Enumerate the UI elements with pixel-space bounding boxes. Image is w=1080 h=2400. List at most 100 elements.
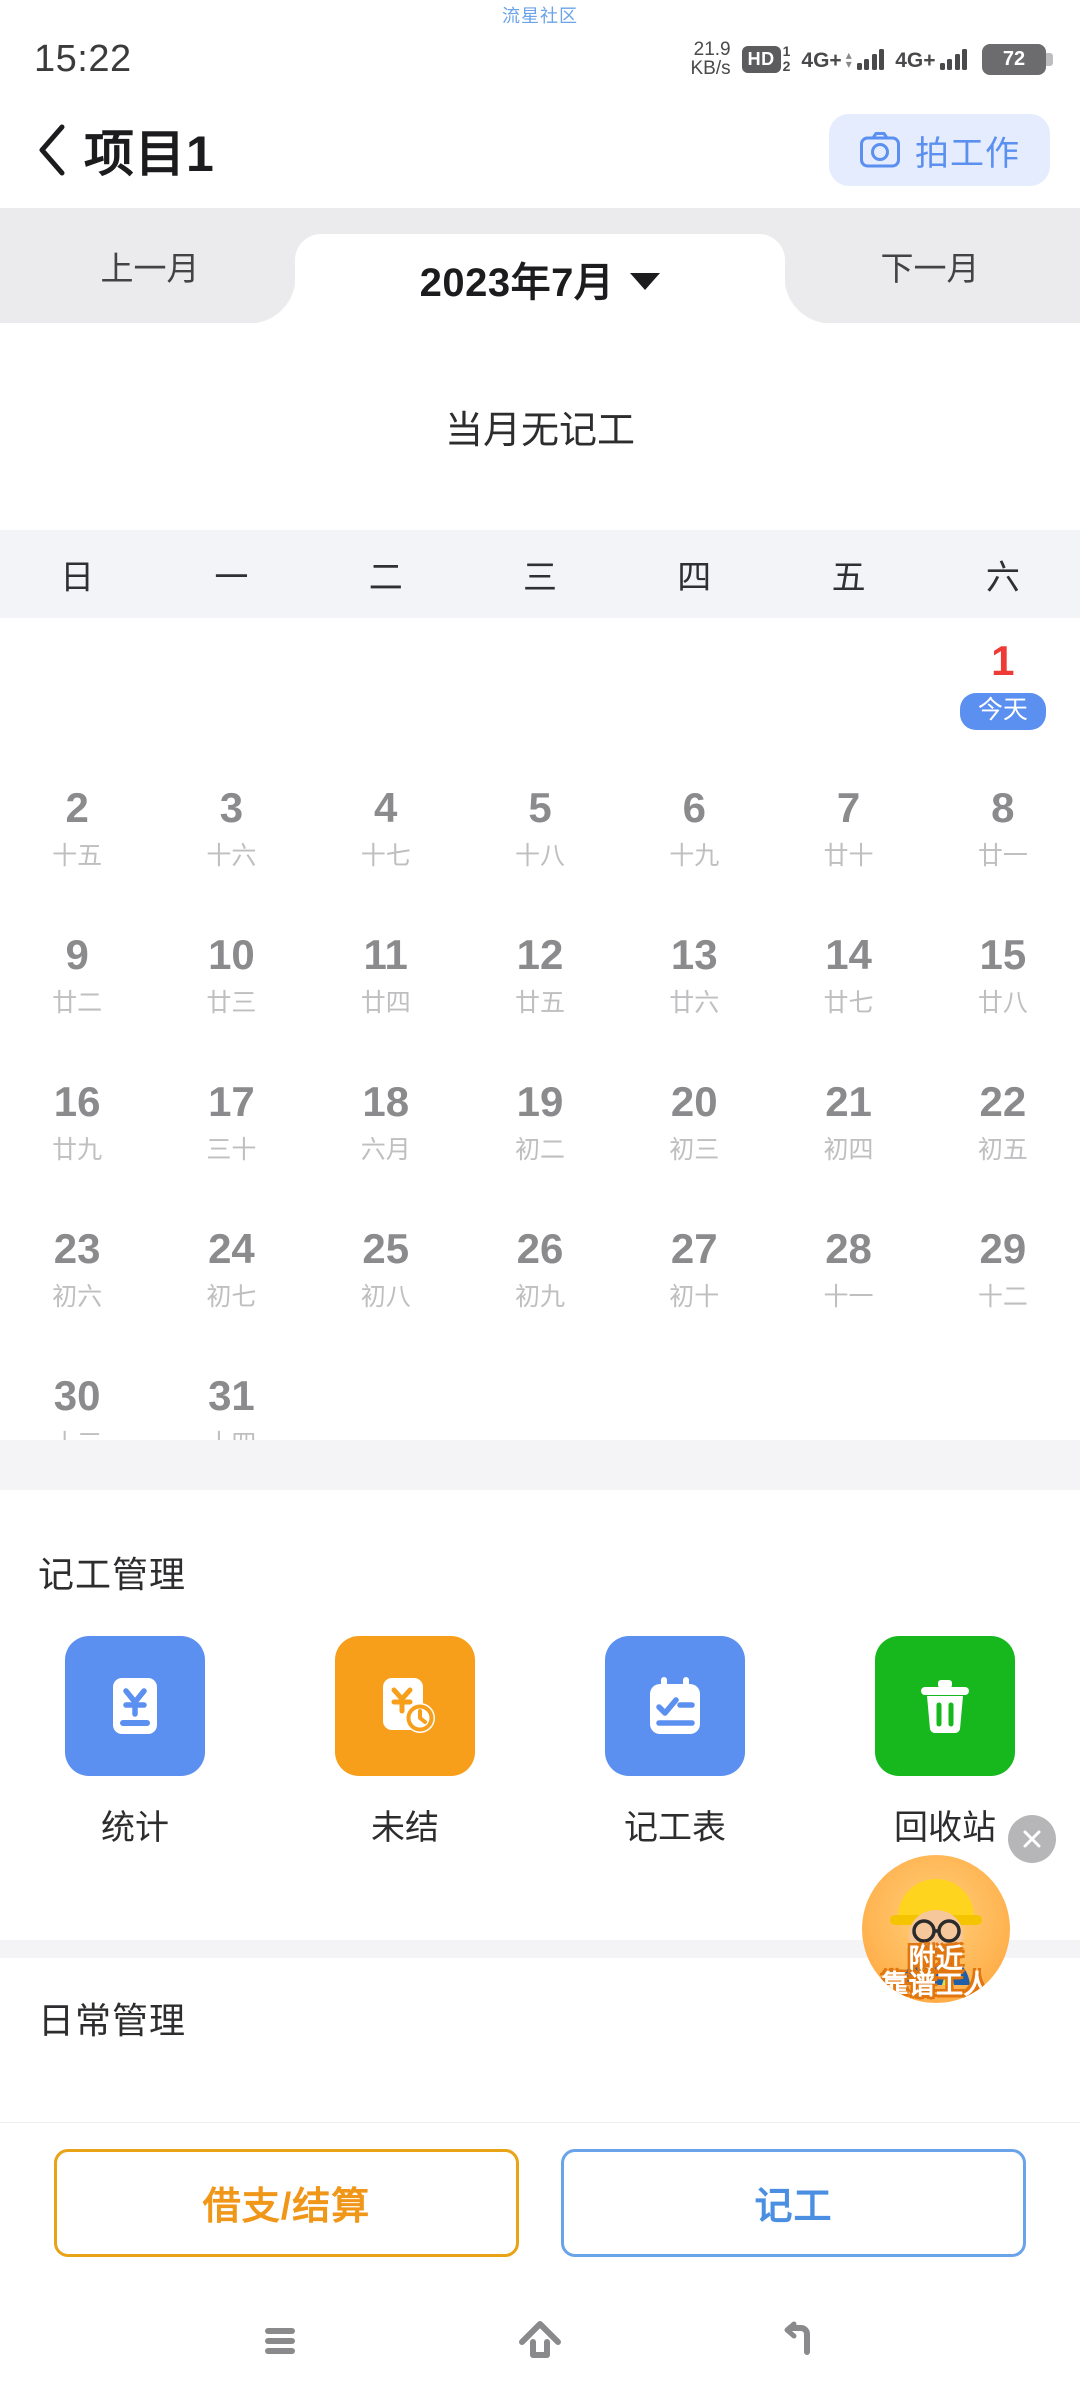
calendar-day-number: 5 [528,784,552,831]
next-month-button[interactable]: 下一月 [780,208,1080,323]
current-month-tab[interactable]: 2023年7月 [295,234,785,323]
calendar-week-row: 23 初六 24 初七 25 初八 26 初九 27 初十 28 十一 29 十二 [0,1206,1080,1353]
calendar-day-cell[interactable]: 23 初六 [0,1206,154,1353]
calendar-lunar-date: 廿四 [360,989,411,1017]
calendar-week-row: 1 今天 [0,618,1080,765]
calendar-day-cell[interactable]: 27 初十 [617,1206,771,1353]
calendar-day-number: 9 [65,931,89,978]
tile-label: 未结 [371,1809,439,1847]
tile-label: 回收站 [894,1809,996,1847]
hd-label: HD [741,45,781,73]
tile-statistics[interactable]: 统计 [0,1636,270,1849]
today-badge: 今天 [959,693,1046,730]
weekday-label: 一 [214,558,249,597]
calendar-day-number: 22 [979,1078,1027,1125]
calendar-lunar-date: 初八 [360,1283,411,1311]
calendar-week-row: 9 廿二 10 廿三 11 廿四 12 廿五 13 廿六 14 廿七 15 廿八 [0,912,1080,1059]
calendar-day-cell[interactable]: 12 廿五 [463,912,617,1059]
calendar-day-cell[interactable]: 20 初三 [617,1059,771,1206]
signal-bars-icon [939,48,967,70]
signal1-label: 4G+ [801,49,842,72]
calendar-day-cell[interactable]: 19 初二 [463,1059,617,1206]
calendar-day-cell[interactable]: 28 十一 [771,1206,925,1353]
weekday-header: 日 一 二 三 四 五 六 [0,530,1080,618]
calendar-day-cell[interactable]: 14 廿七 [771,912,925,1059]
calendar-day-cell[interactable]: 26 初九 [463,1206,617,1353]
weekday-label: 三 [522,558,557,597]
calendar-day-cell[interactable]: 13 廿六 [617,912,771,1059]
calendar-day-cell[interactable]: 25 初八 [309,1206,463,1353]
ad-close-button[interactable] [1008,1815,1056,1863]
calendar-empty-cell [771,618,925,765]
signal2-label: 4G+ [895,49,936,72]
calendar-lunar-date: 初四 [823,1136,874,1164]
battery-indicator: 72 [982,43,1053,75]
chevron-left-icon [39,124,65,176]
camera-icon [860,132,900,168]
calendar-day-cell[interactable]: 29 十二 [926,1206,1080,1353]
calendar-empty-cell [154,618,308,765]
calendar-day-cell[interactable]: 10 廿三 [154,912,308,1059]
calendar-lunar-date: 十九 [669,842,720,870]
calendar-day-number: 13 [670,931,718,978]
calendar-day-cell[interactable]: 1 今天 [926,618,1080,765]
calendar-day-cell[interactable]: 3 十六 [154,765,308,912]
calendar-day-cell[interactable]: 11 廿四 [309,912,463,1059]
calendar-day-cell[interactable]: 16 廿九 [0,1059,154,1206]
calendar-day-cell[interactable]: 6 十九 [617,765,771,912]
work-management-title: 记工管理 [38,1554,187,1595]
current-month-label: 2023年7月 [419,260,615,305]
calendar-day-number: 12 [516,931,564,978]
battery-icon: 72 [982,43,1046,75]
calendar-empty-cell [463,618,617,765]
calendar-day-cell[interactable]: 9 廿二 [0,912,154,1059]
calendar-lunar-date: 十七 [360,842,411,870]
record-work-button[interactable]: 记工 [561,2148,1026,2257]
calendar-day-cell[interactable]: 18 六月 [309,1059,463,1206]
calendar-day-cell[interactable]: 2 十五 [0,765,154,912]
calendar-day-cell[interactable]: 15 廿八 [926,912,1080,1059]
photo-work-button[interactable]: 拍工作 [829,114,1050,186]
calendar-day-number: 24 [208,1225,255,1272]
calendar-day-cell[interactable]: 7 廿十 [771,765,925,912]
sim-indicator: 1 2 [783,44,791,73]
calendar-day-cell[interactable]: 21 初四 [771,1059,925,1206]
calendar-lunar-date: 六月 [360,1136,411,1164]
loan-settle-button[interactable]: 借支/结算 [54,2148,519,2257]
section-divider [0,1440,1080,1490]
calendar-day-cell[interactable]: 17 三十 [154,1059,308,1206]
calendar-lunar-date: 初九 [514,1283,565,1311]
calendar-lunar-date: 廿七 [823,989,874,1017]
home-button[interactable] [495,2306,585,2376]
weekday-label: 六 [985,558,1020,597]
recents-button[interactable] [235,2306,325,2376]
calendar-day-number: 28 [825,1225,872,1272]
calendar-day-cell[interactable]: 22 初五 [926,1059,1080,1206]
close-icon [1023,1830,1041,1848]
back-button[interactable] [755,2306,845,2376]
calendar-day-number: 25 [362,1225,410,1272]
app-header: 项目1 拍工作 [0,92,1080,208]
calendar-lunar-date: 三十 [206,1136,257,1164]
calendar-day-number: 2 [65,784,89,831]
calendar-day-number: 14 [825,931,872,978]
tile-worksheet[interactable]: 记工表 [540,1636,810,1849]
calendar-day-cell[interactable]: 8 廿一 [926,765,1080,912]
tile-label: 统计 [101,1809,169,1847]
status-bar: 15:22 21.9 KB/s HD 1 2 4G+ ▴ ▾ 4G+ 72 [0,0,1080,92]
calendar-lunar-date: 初三 [669,1136,720,1164]
back-button[interactable] [30,122,74,178]
calendar-lunar-date: 十五 [52,842,103,870]
calendar-day-cell[interactable]: 5 十八 [463,765,617,912]
calendar-day-cell[interactable]: 24 初七 [154,1206,308,1353]
calendar-day-number: 21 [825,1078,872,1125]
calendar-lunar-date: 十六 [206,842,257,870]
calendar-lunar-date: 初十 [669,1283,720,1311]
calendar-lunar-date: 初七 [206,1283,257,1311]
calendar-day-number: 30 [53,1372,101,1419]
calendar-lunar-date: 初六 [52,1283,103,1311]
network-speed-value: 21.9 [693,38,731,60]
tile-unsettled[interactable]: 未结 [270,1636,540,1849]
calendar-day-cell[interactable]: 4 十七 [309,765,463,912]
floating-ad[interactable]: 附近 靠谱工人 [862,1855,1010,2003]
